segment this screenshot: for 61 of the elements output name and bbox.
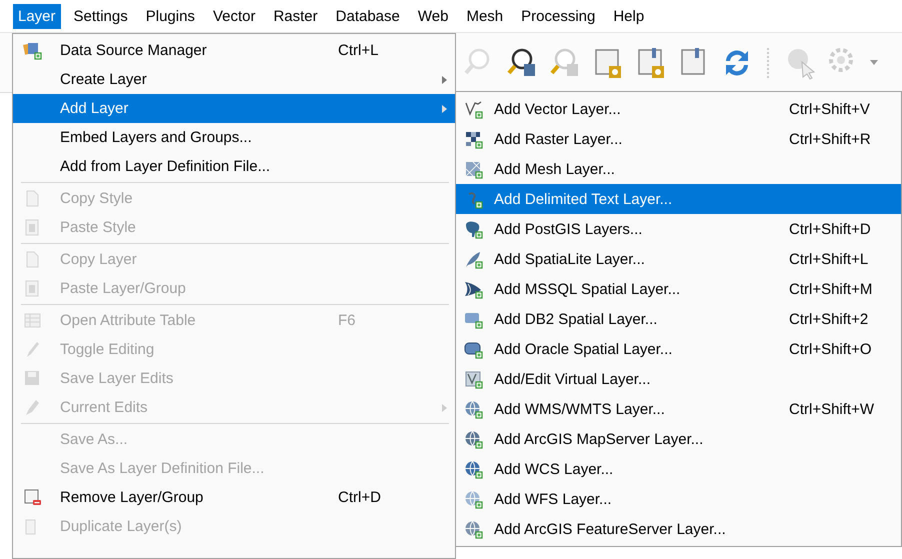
- menu-bar-item[interactable]: Processing: [516, 4, 600, 28]
- table-icon: [23, 311, 42, 330]
- shortcut-label: Ctrl+L: [338, 42, 378, 59]
- menu-bar-item[interactable]: Vector: [208, 4, 260, 28]
- feather-icon: [464, 250, 483, 268]
- globe-icon: [464, 460, 483, 478]
- menu-item[interactable]: Add SpatiaLite Layer... Ctrl+Shift+L: [456, 244, 901, 274]
- virtual-layer-icon: [464, 370, 483, 388]
- shortcut-label: Ctrl+Shift+R: [789, 130, 871, 148]
- menu-bar-item[interactable]: Web: [412, 4, 454, 28]
- vector-icon: [464, 100, 483, 118]
- menu-item[interactable]: Add/Edit Virtual Layer...: [456, 364, 901, 394]
- remove-layer-icon: [23, 488, 42, 507]
- shortcut-label: Ctrl+Shift+D: [789, 220, 871, 238]
- layers-icon: [23, 41, 42, 60]
- menu-item[interactable]: Remove Layer/Group Ctrl+D: [13, 483, 455, 512]
- menu-bar-item[interactable]: Mesh: [461, 4, 508, 28]
- raster-grid-icon: [464, 130, 483, 148]
- menu-item[interactable]: Add ArcGIS MapServer Layer...: [456, 424, 901, 454]
- menu-item[interactable]: Add WCS Layer...: [456, 454, 901, 484]
- menu-item[interactable]: Add Vector Layer... Ctrl+Shift+V: [456, 94, 901, 124]
- menu-item[interactable]: Add ArcGIS FeatureServer Layer...: [456, 514, 901, 544]
- menu-item[interactable]: Data Source Manager Ctrl+L: [13, 36, 455, 65]
- shortcut-label: F6: [338, 312, 356, 329]
- shortcut-label: Ctrl+D: [338, 489, 381, 506]
- menu-item[interactable]: Add from Layer Definition File...: [13, 152, 455, 181]
- menu-item[interactable]: Add PostGIS Layers... Ctrl+Shift+D: [456, 214, 901, 244]
- menu-bar-item[interactable]: Settings: [68, 4, 133, 28]
- menu-item[interactable]: Create Layer: [13, 65, 455, 94]
- pencil-icon: [23, 398, 42, 417]
- globe-icon: [464, 490, 483, 508]
- rounded-rect-icon: [464, 340, 483, 358]
- globe-icon: [464, 520, 483, 538]
- menu-bar-item[interactable]: Plugins: [140, 4, 200, 28]
- caret-icon[interactable]: [870, 60, 878, 65]
- shortcut-label: Ctrl+Shift+2: [789, 310, 868, 328]
- menu-item[interactable]: Add WMS/WMTS Layer... Ctrl+Shift+W: [456, 394, 901, 424]
- mesh-icon: [464, 160, 483, 178]
- menu-item[interactable]: Add Raster Layer... Ctrl+Shift+R: [456, 124, 901, 154]
- menu-item[interactable]: Embed Layers and Groups...: [13, 123, 455, 152]
- sail-icon: [464, 280, 483, 298]
- menu-bar-item[interactable]: Layer: [13, 4, 61, 28]
- menu-bar-item[interactable]: Help: [608, 4, 650, 28]
- globe-icon: [464, 430, 483, 448]
- menu-item[interactable]: Add DB2 Spatial Layer... Ctrl+Shift+2: [456, 304, 901, 334]
- shortcut-label: Ctrl+Shift+W: [789, 400, 874, 418]
- save-icon: [23, 369, 42, 388]
- shortcut-label: Ctrl+Shift+O: [789, 340, 872, 358]
- elephant-icon: [464, 220, 483, 238]
- shortcut-label: Ctrl+Shift+M: [789, 280, 872, 298]
- menu-item[interactable]: Add Delimited Text Layer...: [456, 184, 901, 214]
- menu-item[interactable]: Add Oracle Spatial Layer... Ctrl+Shift+O: [456, 334, 901, 364]
- menu-item[interactable]: Add Layer: [13, 94, 455, 123]
- menu-item[interactable]: Add Mesh Layer...: [456, 154, 901, 184]
- shortcut-label: Ctrl+Shift+V: [789, 100, 870, 118]
- globe-icon: [464, 400, 483, 418]
- menu-bar-item[interactable]: Database: [330, 4, 405, 28]
- menu-item[interactable]: Add MSSQL Spatial Layer... Ctrl+Shift+M: [456, 274, 901, 304]
- shortcut-label: Ctrl+Shift+L: [789, 250, 868, 268]
- menu-item[interactable]: Add WFS Layer...: [456, 484, 901, 514]
- menu-bar-item[interactable]: Raster: [268, 4, 323, 28]
